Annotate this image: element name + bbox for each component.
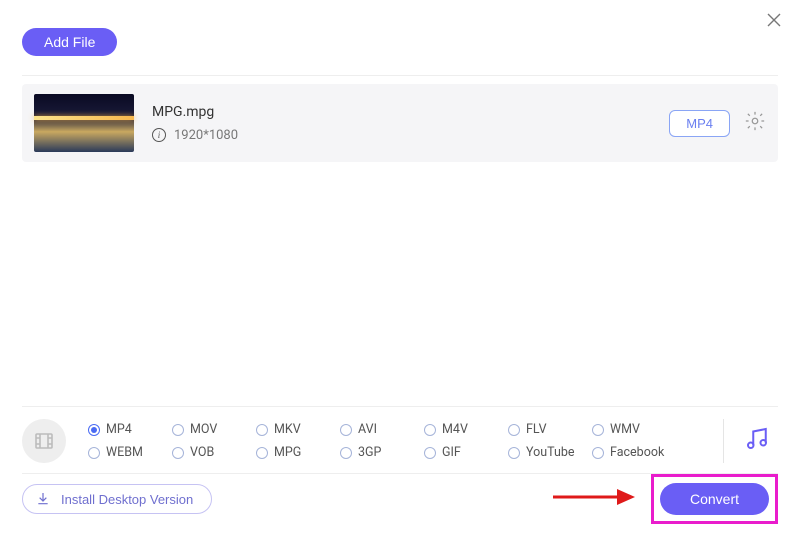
format-label: WEBM — [106, 445, 143, 460]
radio-icon — [340, 424, 352, 436]
audio-mode-button[interactable] — [742, 424, 772, 458]
radio-icon — [256, 424, 268, 436]
add-file-button[interactable]: Add File — [22, 28, 117, 56]
install-desktop-label: Install Desktop Version — [61, 492, 193, 507]
format-label: VOB — [190, 445, 214, 460]
format-option-webm[interactable]: WEBM — [88, 445, 168, 460]
film-icon — [32, 429, 56, 453]
format-option-youtube[interactable]: YouTube — [508, 445, 588, 460]
footer: Install Desktop Version Convert — [22, 474, 778, 524]
close-icon — [764, 10, 784, 30]
radio-icon — [508, 424, 520, 436]
gear-icon — [744, 110, 766, 132]
format-label: WMV — [610, 422, 640, 437]
format-option-vob[interactable]: VOB — [172, 445, 252, 460]
annotation-highlight: Convert — [651, 474, 778, 524]
radio-icon — [256, 447, 268, 459]
format-label: AVI — [358, 422, 377, 437]
format-option-wmv[interactable]: WMV — [592, 422, 672, 437]
format-option-gif[interactable]: GIF — [424, 445, 504, 460]
format-label: FLV — [526, 422, 547, 437]
format-label: MKV — [274, 422, 301, 437]
radio-icon — [88, 424, 100, 436]
format-label: Facebook — [610, 445, 664, 460]
convert-button[interactable]: Convert — [660, 483, 769, 515]
file-name: MPG.mpg — [152, 104, 669, 120]
format-label: MPG — [274, 445, 301, 460]
file-row: MPG.mpg i 1920*1080 MP4 — [22, 84, 778, 162]
radio-icon — [172, 447, 184, 459]
format-label: GIF — [442, 445, 461, 460]
format-option-m4v[interactable]: M4V — [424, 422, 504, 437]
radio-icon — [424, 447, 436, 459]
target-format-button[interactable]: MP4 — [669, 110, 730, 137]
file-resolution: 1920*1080 — [174, 128, 238, 143]
format-option-mov[interactable]: MOV — [172, 422, 252, 437]
format-option-mp4[interactable]: MP4 — [88, 422, 168, 437]
install-desktop-button[interactable]: Install Desktop Version — [22, 484, 212, 514]
divider — [723, 419, 724, 463]
format-option-flv[interactable]: FLV — [508, 422, 588, 437]
format-label: MP4 — [106, 422, 132, 437]
radio-icon — [88, 447, 100, 459]
format-label: MOV — [190, 422, 217, 437]
download-icon — [35, 491, 51, 507]
file-list: MPG.mpg i 1920*1080 MP4 — [22, 75, 778, 162]
radio-icon — [172, 424, 184, 436]
formats-grid: MP4 MOV MKV AVI M4V FLV WMV WEBM VOB MPG 3GP GIF You… — [88, 422, 717, 460]
format-option-3gp[interactable]: 3GP — [340, 445, 420, 460]
format-option-mpg[interactable]: MPG — [256, 445, 336, 460]
close-button[interactable] — [764, 10, 784, 34]
format-label: YouTube — [526, 445, 575, 460]
format-option-avi[interactable]: AVI — [340, 422, 420, 437]
music-icon — [742, 424, 772, 454]
radio-icon — [592, 424, 604, 436]
format-option-facebook[interactable]: Facebook — [592, 445, 672, 460]
format-label: M4V — [442, 422, 468, 437]
video-mode-button[interactable] — [22, 419, 66, 463]
radio-icon — [340, 447, 352, 459]
format-selector: MP4 MOV MKV AVI M4V FLV WMV WEBM VOB MPG 3GP GIF You… — [22, 406, 778, 474]
format-label: 3GP — [358, 445, 381, 460]
settings-button[interactable] — [744, 110, 766, 136]
radio-icon — [424, 424, 436, 436]
file-meta: MPG.mpg i 1920*1080 — [152, 104, 669, 143]
annotation-arrow — [551, 486, 635, 512]
format-option-mkv[interactable]: MKV — [256, 422, 336, 437]
arrow-icon — [551, 486, 635, 508]
info-icon[interactable]: i — [152, 128, 166, 142]
radio-icon — [508, 447, 520, 459]
radio-icon — [592, 447, 604, 459]
video-thumbnail[interactable] — [34, 94, 134, 152]
